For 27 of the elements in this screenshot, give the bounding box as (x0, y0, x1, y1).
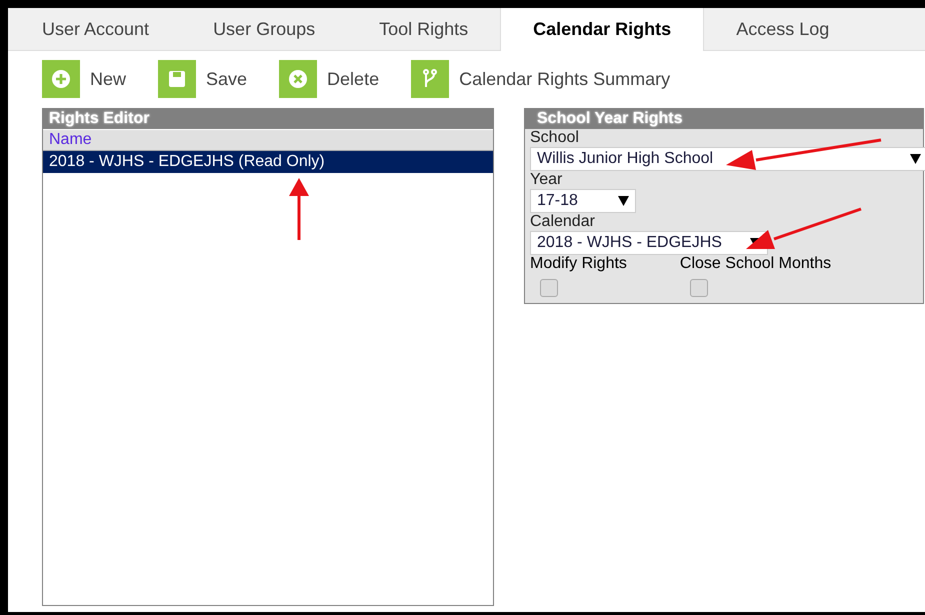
tab[interactable]: User Account (10, 8, 182, 50)
annotation-arrow (286, 178, 312, 242)
checkbox[interactable] (690, 279, 708, 297)
field-label: School (529, 129, 580, 147)
panel-title: Rights Editor (43, 109, 493, 129)
summary-button[interactable]: Calendar Rights Summary (411, 57, 670, 101)
field-label: Year (529, 171, 564, 189)
checkbox-label: Modify Rights (530, 255, 627, 272)
checkbox-label: Close School Months (680, 255, 832, 272)
dropdown-field[interactable]: Willis Junior High School (530, 147, 925, 171)
tab[interactable]: Tool Rights (347, 8, 500, 50)
checkbox[interactable] (540, 279, 558, 297)
tab[interactable]: Calendar Rights (500, 8, 704, 51)
field-label: Calendar (529, 213, 596, 231)
tab[interactable]: User Groups (181, 8, 348, 50)
caret-icon (910, 154, 921, 164)
column-header[interactable]: Name (43, 129, 493, 151)
add-icon (49, 67, 73, 91)
new-button[interactable]: New (42, 57, 126, 101)
dropdown-field[interactable]: 17-18 (530, 189, 636, 213)
delete-button[interactable]: Delete (279, 57, 380, 101)
panel-title: School Year Rights (525, 109, 923, 129)
dropdown-field[interactable]: 2018 - WJHS - EDGEJHS (530, 231, 768, 255)
tab[interactable]: Access Log (704, 8, 862, 50)
save-button[interactable]: Save (158, 57, 248, 101)
list-row[interactable]: 2018 - WJHS - EDGEJHS (Read Only) (43, 151, 493, 173)
caret-icon (618, 196, 629, 206)
